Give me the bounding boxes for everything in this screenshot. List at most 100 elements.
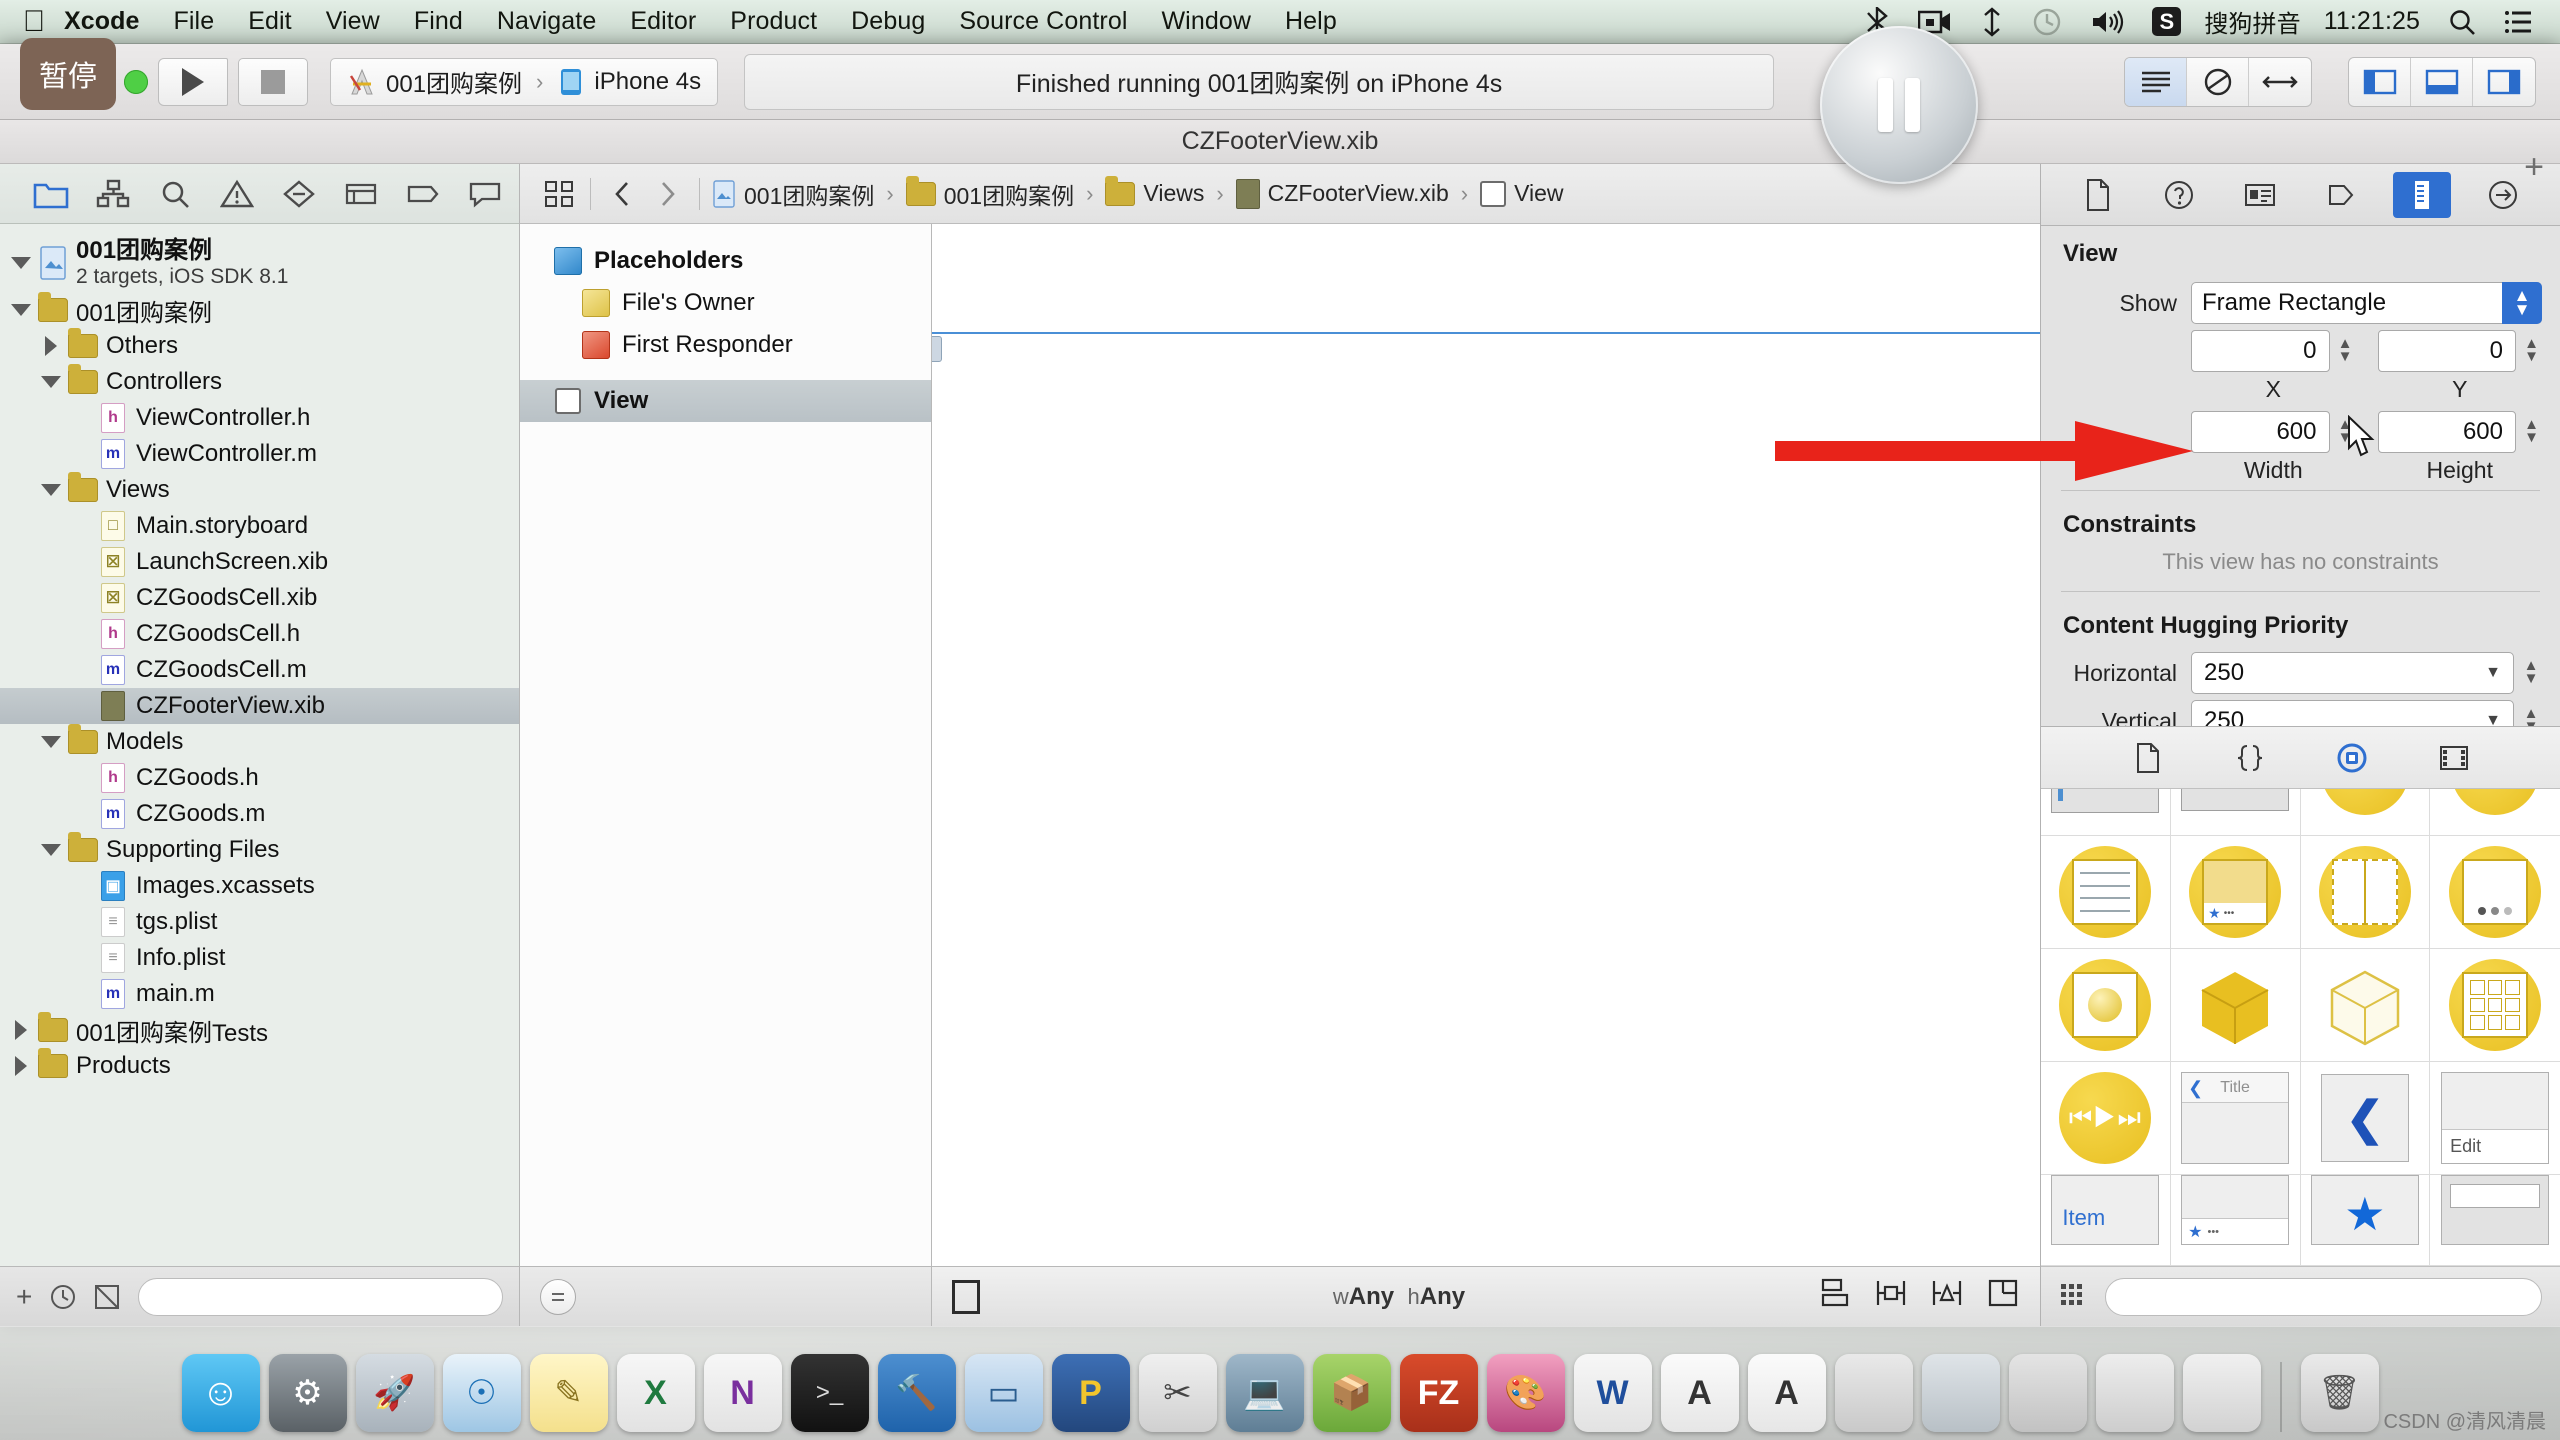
zoom-button[interactable]: [124, 69, 148, 94]
find-navigator-tab[interactable]: [144, 171, 206, 217]
hugging-vertical-stepper[interactable]: ▲▼: [2514, 706, 2542, 726]
menu-item-file[interactable]: File: [157, 0, 232, 44]
navigator-filter-field[interactable]: [138, 1277, 503, 1316]
breadcrumb-item-view[interactable]: View: [1476, 180, 1567, 207]
symbol-navigator-tab[interactable]: [82, 171, 144, 217]
disclosure-triangle[interactable]: [36, 484, 66, 496]
toggle-utilities-button[interactable]: [2473, 58, 2535, 106]
breakpoint-navigator-tab[interactable]: [392, 171, 454, 217]
hugging-vertical-select[interactable]: 250 ▼: [2191, 700, 2514, 726]
navigator-row[interactable]: ☒ LaunchScreen.xib: [0, 544, 519, 580]
library-item[interactable]: [2430, 836, 2560, 949]
navigator-row[interactable]: m main.m: [0, 976, 519, 1012]
dock-item-excel[interactable]: X: [616, 1354, 695, 1432]
disclosure-triangle[interactable]: [36, 736, 66, 748]
outline-toggle-button[interactable]: [540, 1278, 576, 1315]
interface-builder-canvas[interactable]: [932, 224, 2040, 1266]
navigator-row[interactable]: Supporting Files: [0, 832, 519, 868]
navigator-row[interactable]: ▣ Images.xcassets: [0, 868, 519, 904]
library-item[interactable]: [2430, 789, 2560, 836]
frame-width-input[interactable]: 600: [2191, 411, 2330, 453]
resolve-auto-layout-icon[interactable]: [1930, 1277, 1964, 1316]
add-editor-button[interactable]: +: [2524, 148, 2544, 187]
hugging-horizontal-stepper[interactable]: ▲ ▼: [2514, 658, 2542, 685]
menu-item-product[interactable]: Product: [713, 0, 834, 44]
size-class-indicator[interactable]: wAny hAny: [980, 1283, 1818, 1311]
library-item[interactable]: ⏮▶⏭: [2041, 1062, 2171, 1175]
activity-viewer-pause[interactable]: [1820, 26, 1978, 184]
identity-inspector-tab[interactable]: [2231, 172, 2289, 218]
dock-item-scissors[interactable]: ✂: [1138, 1354, 1217, 1432]
menu-item-source-control[interactable]: Source Control: [942, 0, 1144, 44]
run-button[interactable]: [158, 57, 228, 106]
disclosure-triangle[interactable]: [6, 257, 36, 269]
navigator-row[interactable]: ☒ CZGoodsCell.xib: [0, 580, 519, 616]
library-item[interactable]: [2300, 789, 2431, 836]
dock-item-word[interactable]: W: [1573, 1354, 1652, 1432]
breadcrumb-item-project[interactable]: 001团购案例: [708, 177, 878, 211]
dock-item-font-book-upper[interactable]: A: [1747, 1354, 1826, 1432]
library-item[interactable]: ★: [2300, 1175, 2431, 1266]
apple-logo-icon[interactable]: : [14, 6, 54, 37]
navigator-row[interactable]: h CZGoods.h: [0, 760, 519, 796]
library-item[interactable]: ❮: [2300, 1062, 2431, 1175]
frame-y-input[interactable]: 0: [2377, 330, 2516, 372]
dock-item-system-preferences[interactable]: ⚙: [268, 1354, 347, 1432]
file-inspector-tab[interactable]: [2069, 172, 2127, 218]
device-frame-icon[interactable]: [952, 1279, 980, 1314]
frame-height-stepper[interactable]: ▲ ▼: [2516, 417, 2542, 444]
library-item[interactable]: Edit: [2430, 1062, 2560, 1175]
navigator-row[interactable]: ≡ tgs.plist: [0, 904, 519, 940]
project-navigator-tree[interactable]: 001团购案例 2 targets, iOS SDK 8.1 001团购案例 Ot…: [0, 224, 519, 1266]
navigator-row[interactable]: Products: [0, 1048, 519, 1084]
clock-icon[interactable]: [50, 1284, 76, 1310]
popup-chevron-icon[interactable]: ▲ ▼: [2502, 282, 2542, 324]
breadcrumb-item-views[interactable]: Views: [1101, 175, 1208, 207]
dock-item-safari[interactable]: ☉: [442, 1354, 521, 1432]
breadcrumb-item-file[interactable]: CZFooterView.xib: [1232, 178, 1453, 209]
test-navigator-tab[interactable]: [268, 171, 330, 217]
window-traffic-lights[interactable]: [124, 69, 148, 94]
disclosure-triangle[interactable]: [36, 336, 66, 356]
object-library-tab[interactable]: [2328, 736, 2376, 780]
file-template-library-tab[interactable]: [2124, 736, 2172, 780]
dock-item-terminal[interactable]: >_: [790, 1354, 869, 1432]
toggle-debug-area-button[interactable]: [2411, 57, 2473, 106]
source-control-icon[interactable]: [94, 1284, 120, 1310]
object-library-grid[interactable]: ★ ••• ⏮▶⏭ ❮ Title ❮ Edit Item ★ ••• ★: [2041, 789, 2560, 1266]
notification-center-icon[interactable]: [2490, 0, 2546, 44]
resizing-behavior-icon[interactable]: [1986, 1277, 2020, 1316]
report-navigator-tab[interactable]: [454, 171, 516, 217]
dock-item-colorsync[interactable]: 🎨: [1486, 1354, 1565, 1432]
align-icon[interactable]: [1818, 1277, 1852, 1316]
canvas-collapse-handle[interactable]: [932, 336, 942, 362]
menu-item-window[interactable]: Window: [1144, 0, 1268, 44]
input-method-badge[interactable]: S: [2138, 0, 2195, 44]
frame-x-input[interactable]: 0: [2191, 330, 2330, 372]
quick-help-inspector-tab[interactable]: [2150, 172, 2208, 218]
dock-item-simulator[interactable]: ▭: [964, 1354, 1043, 1432]
library-item[interactable]: ★ •••: [2170, 1175, 2301, 1266]
dock-item-keynote[interactable]: P: [1051, 1354, 1130, 1432]
outline-item-first-responder[interactable]: First Responder: [520, 324, 931, 366]
search-icon[interactable]: [2434, 0, 2490, 44]
dock-item-archive[interactable]: 📦: [1312, 1354, 1391, 1432]
disclosure-triangle[interactable]: [6, 304, 36, 316]
frame-y-stepper[interactable]: ▲ ▼: [2516, 336, 2542, 363]
media-library-tab[interactable]: [2430, 736, 2478, 780]
forward-chevron-icon[interactable]: [645, 172, 691, 216]
size-inspector-tab[interactable]: [2393, 171, 2452, 218]
code-snippet-library-tab[interactable]: [2226, 736, 2274, 780]
dock-item-image-2[interactable]: [1921, 1354, 2000, 1432]
library-item[interactable]: [2300, 949, 2431, 1062]
version-editor-button[interactable]: [2249, 58, 2311, 106]
dock-item-notes[interactable]: ✎: [529, 1354, 608, 1432]
menu-item-editor[interactable]: Editor: [613, 0, 713, 44]
dock-item-image-4[interactable]: [2095, 1354, 2174, 1432]
dock-item-launchpad[interactable]: 🚀: [355, 1354, 434, 1432]
breadcrumb-item-group[interactable]: 001团购案例: [902, 175, 1078, 211]
standard-editor-button[interactable]: [2125, 57, 2187, 106]
menubar-clock[interactable]: 11:21:25: [2310, 7, 2434, 36]
navigator-row[interactable]: m CZGoodsCell.m: [0, 652, 519, 688]
dock-item-onenote[interactable]: N: [703, 1354, 782, 1432]
